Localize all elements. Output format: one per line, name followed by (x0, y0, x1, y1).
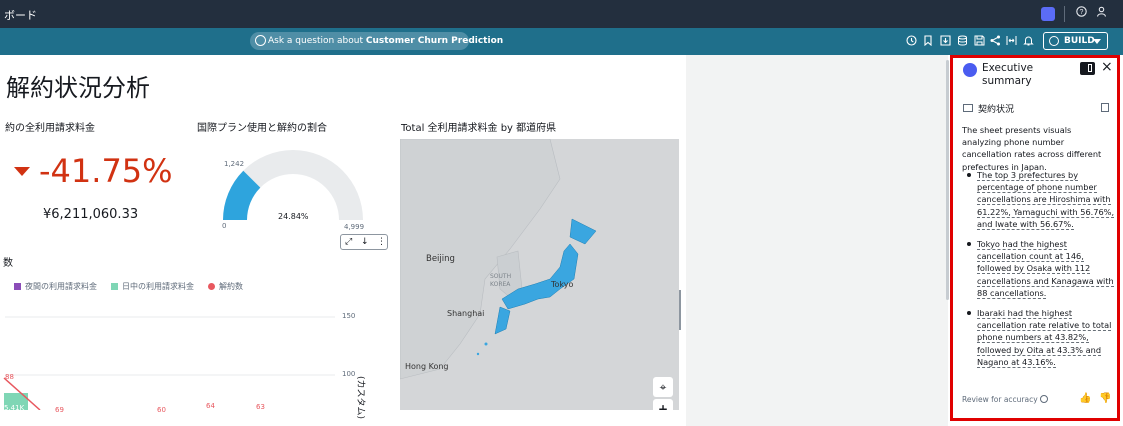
zoom-in-button[interactable]: + (653, 399, 673, 410)
bar-label: 5.41K (4, 404, 25, 412)
expand-icon[interactable]: ⤢ (345, 235, 352, 249)
q-assistant-icon (963, 63, 977, 77)
q-assistant-icon (255, 35, 266, 46)
kpi-value: -41.75% (39, 152, 173, 190)
legend-day[interactable]: 日中の利用請求料金 (122, 281, 194, 292)
gauge-value-label: 1,242 (224, 160, 245, 168)
data-label: 64 (206, 402, 215, 410)
user-icon[interactable] (1096, 6, 1107, 20)
app-logo-icon[interactable] (1041, 7, 1055, 21)
legend-swatch-day (111, 283, 118, 290)
y-axis-label: (カスタム) (355, 376, 365, 420)
fit-width-icon[interactable] (1005, 35, 1017, 47)
data-label: 63 (256, 403, 265, 411)
gauge-max-label: 4,999 (344, 223, 365, 231)
gauge-title: 国際プラン使用と解約の割合 (197, 123, 327, 134)
map-label: Tokyo (551, 280, 574, 289)
page-scrollbar[interactable] (946, 60, 949, 300)
executive-summary-panel: Executive summary × 契約状況 The sheet prese… (950, 55, 1120, 421)
map-label: SOUTH KOREA (490, 273, 512, 288)
combo-chart (3, 316, 335, 410)
focus-icon[interactable]: ⌖ (653, 377, 673, 397)
map-title: Total 全利用請求料金 by 都道府県 (401, 123, 557, 134)
visual-menu: ⤢ ↓ ⋮ (340, 234, 388, 250)
ask-topic: Customer Churn Prediction (365, 36, 504, 46)
download-icon[interactable] (939, 35, 951, 47)
thumbs-down-icon[interactable]: 👎 (1099, 393, 1111, 404)
summary-intro: The sheet presents visuals analyzing pho… (962, 125, 1102, 172)
divider (1064, 6, 1065, 22)
list-item: Ibaraki had the highest cancellation rat… (967, 307, 1115, 368)
legend-churn[interactable]: 解約数 (219, 281, 243, 292)
page-title: 解約状況分析 (6, 74, 150, 102)
map-label: Shanghai (447, 309, 485, 318)
list-item: Tokyo had the highest cancellation count… (967, 238, 1115, 299)
build-label: BUILD (1064, 36, 1095, 46)
svg-text:?: ? (1080, 9, 1084, 16)
info-icon[interactable] (1039, 395, 1048, 403)
download-arrow-icon[interactable]: ↓ (361, 235, 369, 249)
ask-prefix: Ask a question about (268, 36, 366, 46)
image-icon (963, 104, 973, 112)
summary-bullet-text[interactable]: The top 3 prefectures by percentage of p… (977, 170, 1115, 230)
map-label: Beijing (426, 254, 455, 264)
geo-map[interactable]: Beijing SOUTH KOREA Tokyo Shanghai Hong … (400, 139, 679, 410)
gauge-min-label: 0 (222, 222, 227, 230)
bell-icon[interactable] (1022, 35, 1034, 47)
summary-bullet-text[interactable]: Ibaraki had the highest cancellation rat… (977, 308, 1112, 368)
chevron-down-icon (1093, 39, 1101, 44)
axis-tick: 100 (342, 370, 356, 378)
gauge-percent-label: 24.84% (278, 212, 309, 221)
dock-panel-icon[interactable] (1080, 62, 1095, 75)
map-label: Hong Kong (405, 362, 449, 371)
kpi-subvalue: ¥6,211,060.33 (43, 207, 139, 222)
ask-question-button[interactable]: Ask a question about Customer Churn Pred… (250, 32, 503, 50)
review-footer: Review for accuracy (962, 395, 1048, 404)
canvas-background (686, 55, 948, 426)
breadcrumb[interactable]: ボード (4, 7, 37, 23)
save-icon[interactable] (973, 35, 985, 47)
close-icon[interactable]: × (1101, 59, 1113, 75)
thumbs-up-icon[interactable]: 👍 (1079, 393, 1091, 404)
summary-bullets: The top 3 prefectures by percentage of p… (967, 169, 1115, 376)
legend-swatch-night (14, 283, 21, 290)
dashboard-toolbar: Ask a question about Customer Churn Pred… (0, 28, 1123, 55)
share-icon[interactable] (989, 35, 1001, 47)
panel-title: Executive summary (982, 62, 1034, 87)
legend-swatch-churn (208, 283, 215, 290)
more-options-icon[interactable]: ⋮ (377, 235, 386, 249)
section-title: 契約状況 (978, 105, 1015, 115)
database-icon[interactable] (956, 35, 968, 47)
down-arrow-icon (14, 167, 30, 176)
clock-icon[interactable] (905, 35, 917, 47)
summary-bullet-text[interactable]: Tokyo had the highest cancellation count… (977, 239, 1114, 299)
top-bar: ボード ? (0, 0, 1123, 28)
legend-night[interactable]: 夜間の利用請求料金 (25, 281, 97, 292)
build-icon (1049, 36, 1059, 46)
copy-icon[interactable] (1101, 103, 1109, 112)
axis-tick: 150 (342, 312, 356, 320)
data-label: 69 (55, 406, 64, 414)
data-label: 60 (157, 406, 166, 414)
kpi-title: 約の全利用請求料金 (5, 123, 95, 134)
data-label: 88 (5, 373, 14, 381)
help-icon[interactable]: ? (1076, 6, 1087, 20)
build-button[interactable]: BUILD (1043, 32, 1108, 50)
combo-title: 数 (3, 258, 13, 269)
review-label: Review for accuracy (962, 395, 1038, 404)
bookmark-icon[interactable] (922, 35, 934, 47)
list-item: The top 3 prefectures by percentage of p… (967, 169, 1115, 230)
